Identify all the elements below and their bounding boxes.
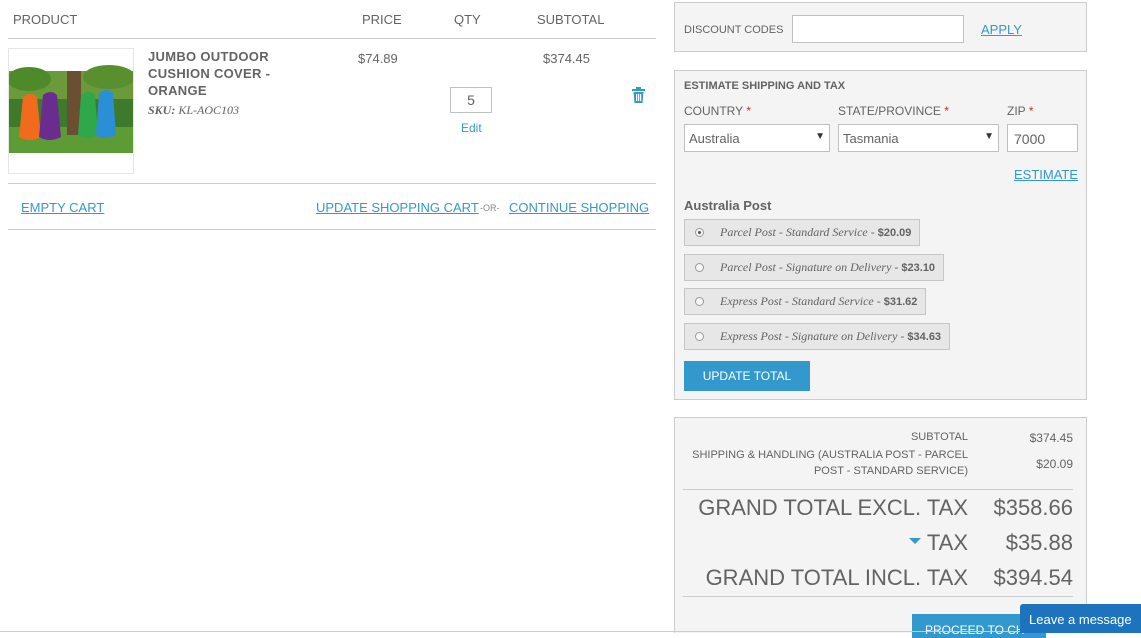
cart-table: PRODUCT PRICE QTY SUBTOTAL JUMBO OUTDOOR… [8, 0, 656, 230]
required-mark: * [944, 104, 949, 118]
totals-divider [683, 489, 1073, 490]
grand-total-excl-value: $358.66 [993, 495, 1073, 520]
leave-message-chat-button[interactable]: Leave a message [1020, 604, 1141, 633]
zip-label: ZIP * [1007, 104, 1033, 118]
radio-icon[interactable] [695, 297, 704, 306]
shipping-option-label: Parcel Post - Signature on Delivery - [720, 260, 899, 274]
dropdown-arrow-icon: ▼ [984, 131, 994, 142]
estimate-link[interactable]: ESTIMATE [1014, 167, 1078, 182]
radio-selected-icon[interactable] [695, 228, 704, 237]
country-label-text: COUNTRY [684, 104, 743, 118]
zip-input[interactable]: 7000 [1007, 124, 1078, 152]
page-bottom-divider [0, 631, 1141, 632]
shipping-option-price: $31.62 [883, 295, 918, 308]
shipping-handling-label: SHIPPING & HANDLING (AUSTRALIA POST - PA… [692, 447, 968, 479]
discount-panel: DISCOUNT CODES APPLY [674, 2, 1087, 52]
state-select[interactable]: Tasmania ▼ [838, 124, 999, 152]
shipping-handling-value: $20.09 [1036, 457, 1073, 471]
product-name[interactable]: JUMBO OUTDOOR CUSHION COVER - ORANGE [148, 48, 298, 99]
state-label: STATE/PROVINCE * [838, 104, 949, 118]
header-price: PRICE [362, 12, 402, 27]
item-price: $74.89 [358, 51, 398, 66]
cart-actions: EMPTY CART UPDATE SHOPPING CART -OR- CON… [8, 184, 656, 230]
header-product: PRODUCT [13, 12, 78, 27]
shipping-option[interactable]: Express Post - Signature on Delivery - $… [684, 323, 951, 350]
shipping-option-price: $23.10 [901, 261, 936, 274]
shipping-option-label: Express Post - Signature on Delivery - [720, 329, 905, 343]
cart-item-row: JUMBO OUTDOOR CUSHION COVER - ORANGE SKU… [8, 39, 656, 184]
qty-input[interactable] [450, 87, 492, 113]
totals-divider [683, 596, 1073, 597]
update-cart-link[interactable]: UPDATE SHOPPING CART [316, 200, 479, 215]
grand-total-excl-label: GRAND TOTAL EXCL. TAX [698, 495, 968, 520]
tax-label-text: TAX [926, 530, 968, 555]
empty-cart-link[interactable]: EMPTY CART [21, 200, 104, 215]
dropdown-arrow-icon: ▼ [815, 131, 825, 142]
country-value: Australia [689, 131, 740, 146]
grand-total-incl-value: $394.54 [993, 565, 1073, 590]
zip-label-text: ZIP [1007, 104, 1026, 118]
shipping-handling-line1: SHIPPING & HANDLING (AUSTRALIA POST - PA… [692, 449, 968, 461]
apply-discount-link[interactable]: APPLY [981, 22, 1022, 37]
edit-item-link[interactable]: Edit [461, 121, 482, 135]
sku-value: KL-AOC103 [178, 103, 240, 117]
discount-label: DISCOUNT CODES [684, 24, 784, 36]
header-qty: QTY [454, 12, 481, 27]
radio-icon[interactable] [695, 332, 704, 341]
sku-label: SKU: [148, 103, 176, 117]
country-select[interactable]: Australia ▼ [684, 124, 830, 152]
subtotal-value: $374.45 [1029, 431, 1073, 445]
totals-panel: SUBTOTAL $374.45 SHIPPING & HANDLING (AU… [674, 417, 1087, 638]
shipping-option-price: $34.63 [907, 330, 942, 343]
item-subtotal: $374.45 [543, 51, 590, 66]
shipping-option-price: $20.09 [877, 226, 912, 239]
product-image[interactable] [8, 48, 134, 174]
shipping-title: ESTIMATE SHIPPING AND TAX [684, 80, 846, 92]
header-subtotal: SUBTOTAL [537, 12, 605, 27]
cart-header-row: PRODUCT PRICE QTY SUBTOTAL [8, 0, 656, 39]
shipping-option-label: Express Post - Standard Service - [720, 294, 881, 308]
tax-label[interactable]: TAX [908, 530, 968, 556]
product-sku: SKU: KL-AOC103 [148, 103, 239, 118]
shipping-option[interactable]: Parcel Post - Signature on Delivery - $2… [684, 254, 945, 281]
shipping-handling-line2: POST - STANDARD SERVICE) [813, 465, 968, 477]
state-label-text: STATE/PROVINCE [838, 104, 941, 118]
required-mark: * [1028, 104, 1034, 118]
subtotal-label: SUBTOTAL [910, 431, 968, 443]
carrier-name: Australia Post [684, 198, 772, 213]
update-total-button[interactable]: UPDATE TOTAL [684, 361, 810, 391]
shipping-option-label: Parcel Post - Standard Service - [720, 225, 875, 239]
continue-shopping-link[interactable]: CONTINUE SHOPPING [509, 200, 649, 215]
required-mark: * [746, 104, 751, 118]
discount-code-input[interactable] [792, 15, 964, 43]
country-label: COUNTRY * [684, 104, 751, 118]
tax-value: $35.88 [1005, 530, 1073, 555]
shipping-estimate-panel: ESTIMATE SHIPPING AND TAX COUNTRY * Aust… [674, 70, 1087, 400]
radio-icon[interactable] [695, 263, 704, 272]
shipping-option[interactable]: Parcel Post - Standard Service - $20.09 [684, 219, 921, 246]
shipping-option[interactable]: Express Post - Standard Service - $31.62 [684, 288, 927, 315]
state-value: Tasmania [843, 131, 899, 146]
trash-icon[interactable] [632, 87, 645, 106]
grand-total-incl-label: GRAND TOTAL INCL. TAX [705, 565, 968, 590]
caret-down-icon[interactable] [908, 538, 921, 545]
or-separator: -OR- [480, 203, 500, 213]
product-photo [9, 49, 133, 173]
